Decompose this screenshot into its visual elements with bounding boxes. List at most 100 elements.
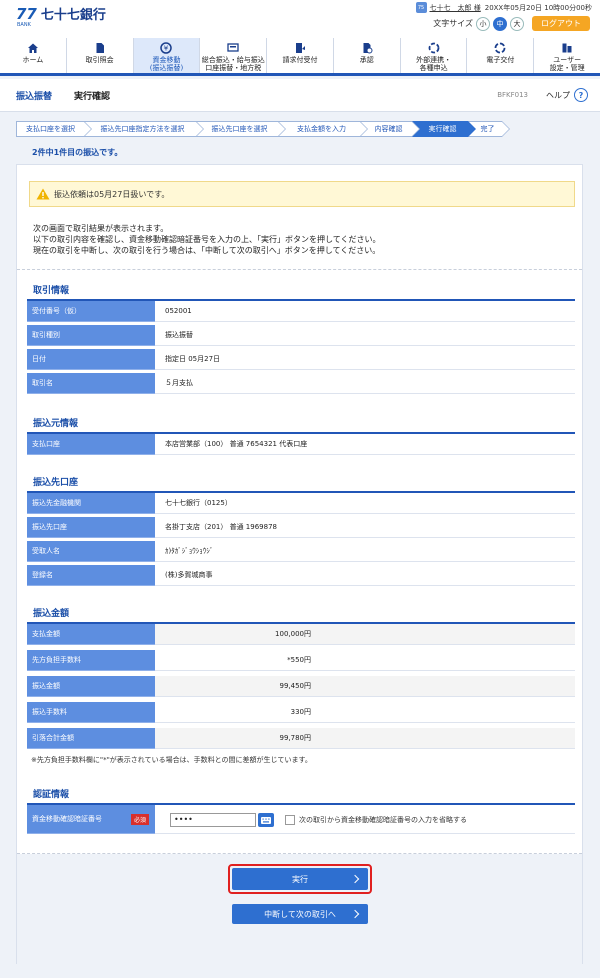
table-row: 支払口座 本店営業部（100） 普通 7654321 代表口座	[27, 434, 575, 456]
table-row: 振込先口座 名掛丁支店（201） 普通 1969878	[27, 517, 575, 539]
nav-request[interactable]: 請求付受付	[267, 38, 334, 73]
nav-bulk-transfer[interactable]: 総合振込・給与振込 口座振替・地方税	[200, 38, 268, 73]
row-value: 330円	[155, 702, 575, 723]
step-3: 振込先口座を選択	[196, 121, 286, 137]
font-size-large-button[interactable]: 大	[510, 16, 524, 31]
table-row: 振込手数料 330円	[27, 702, 575, 724]
user-name-link[interactable]: 七十七 太郎 様	[430, 3, 481, 13]
help-icon[interactable]: ?	[574, 88, 588, 102]
page-category: 振込振替	[16, 91, 53, 102]
nav-approval[interactable]: 承認	[334, 38, 401, 73]
row-label: 振込金額	[27, 676, 155, 697]
row-label: 受付番号（仮）	[27, 301, 155, 322]
font-size-medium-button[interactable]: 中	[493, 16, 507, 31]
step-2: 振込先口座指定方法を選択	[84, 121, 204, 137]
row-value: 名掛丁支店（201） 普通 1969878	[155, 517, 575, 538]
table-row: 取引種別 振込振替	[27, 325, 575, 347]
row-label: 受取人名	[27, 541, 155, 562]
section-title-amount: 振込金額	[33, 609, 70, 619]
nav-label: ホーム	[22, 56, 44, 64]
row-label: 取引名	[27, 373, 155, 394]
section-title-destination: 振込先口座	[33, 478, 79, 488]
table-row: 受取人名 ｶ)ﾀｶﾞｼﾞｮｳｼｮｳｼﾞ	[27, 541, 575, 563]
auth-label: 資金移動確認暗証番号	[32, 815, 102, 823]
home-icon	[26, 41, 40, 54]
table-row: 支払金額 100,000円	[27, 624, 575, 646]
row-label: 登録名	[27, 565, 155, 586]
step-4: 支払金額を入力	[278, 121, 368, 137]
row-value: ｶ)ﾀｶﾞｼﾞｮｳｼｮｳｼﾞ	[155, 541, 575, 562]
row-value: 振込振替	[155, 325, 575, 346]
warning-icon	[36, 188, 50, 200]
transfer-icon: ¥	[159, 41, 173, 54]
row-value: 99,780円	[155, 728, 575, 749]
bulk-transfer-icon	[226, 41, 240, 54]
nav-home[interactable]: ホーム	[0, 38, 67, 73]
table-row: 受付番号（仮） 052001	[27, 301, 575, 323]
skip-pin-label[interactable]: 次の取引から資金移動確認暗証番号の入力を省略する	[299, 815, 467, 825]
table-row: 取引名 ５月支払	[27, 373, 575, 395]
request-icon	[293, 41, 307, 54]
suspend-next-button[interactable]: 中断して次の取引へ	[232, 904, 368, 924]
global-nav: ホーム 取引照会 ¥ 資金移動 (振込振替) 総合振込・給与振込 口座振替・地方…	[0, 38, 600, 76]
approval-icon	[360, 41, 374, 54]
page-titlebar: 振込振替 実行確認 BFKF013 ヘルプ ?	[0, 79, 600, 112]
nav-label: 請求付受付	[282, 56, 318, 64]
row-label: 支払口座	[27, 434, 155, 455]
nav-transfer[interactable]: ¥ 資金移動 (振込振替)	[133, 38, 201, 73]
e-delivery-icon	[493, 41, 507, 54]
transfer-pin-input[interactable]: ••••	[170, 813, 256, 827]
execute-button[interactable]: 実行	[232, 868, 368, 890]
nav-label: 承認	[359, 56, 374, 64]
section-title-auth: 認証情報	[33, 790, 70, 800]
auth-label-cell: 資金移動確認暗証番号 必須	[27, 805, 155, 834]
nav-user-settings[interactable]: ユーザー 設定・管理	[534, 38, 600, 73]
bank-name: 七十七銀行	[40, 8, 106, 23]
row-value: *550円	[155, 650, 575, 671]
nav-label: 電子交付	[486, 56, 515, 64]
instruction-line: 現在の取引を中断し、次の取引を行う場合は、「中断して次の取引へ」ボタンを押してく…	[33, 246, 381, 255]
nav-external-link[interactable]: 外部連携・ 各種申込	[401, 38, 468, 73]
logout-button[interactable]: ログアウト	[532, 16, 590, 31]
header: 77 BANK 七十七銀行 75 七十七 太郎 様 20XX年05月20日 10…	[0, 0, 600, 38]
table-row: 振込先金融機関 七十七銀行（0125）	[27, 493, 575, 515]
row-label: 先方負担手数料	[27, 650, 155, 671]
step-indicator: 支払口座を選択 振込先口座指定方法を選択 振込先口座を選択 支払金額を入力 内容…	[16, 121, 510, 137]
divider	[17, 269, 582, 270]
row-value: 99,450円	[155, 676, 575, 697]
table-row: 振込金額 99,450円	[27, 676, 575, 698]
row-label: 振込手数料	[27, 702, 155, 723]
svg-text:¥: ¥	[164, 44, 169, 52]
help-link[interactable]: ヘルプ	[546, 90, 570, 101]
table-row: 登録名 (株)多賀城商事	[27, 565, 575, 587]
nav-inquiry[interactable]: 取引照会	[67, 38, 134, 73]
row-value: (株)多賀城商事	[155, 565, 575, 586]
suspend-next-button-label: 中断して次の取引へ	[264, 909, 336, 919]
nav-label: 資金移動 (振込振替)	[149, 56, 184, 72]
last-login-datetime: 20XX年05月20日 10時00分00秒	[484, 3, 592, 12]
bank-logo[interactable]: 77 BANK 七十七銀行	[16, 7, 106, 29]
row-value: 100,000円	[155, 624, 575, 645]
user-info: 75 七十七 太郎 様 20XX年05月20日 10時00分00秒	[415, 2, 592, 13]
instruction-line: 次の画面で取引結果が表示されます。	[33, 224, 169, 233]
nav-label: ユーザー 設定・管理	[549, 56, 585, 72]
row-label: 支払金額	[27, 624, 155, 645]
instruction-line: 以下の取引内容を確認し、資金移動確認暗証番号を入力の上、「実行」ボタンを押してく…	[33, 235, 381, 244]
nav-label: 取引照会	[85, 56, 114, 64]
nav-label: 外部連携・ 各種申込	[416, 56, 452, 72]
table-row: 先方負担手数料 *550円	[27, 650, 575, 672]
skip-pin-checkbox[interactable]	[285, 815, 295, 825]
screen-code: BFKF013	[497, 91, 528, 99]
transfer-count: 2件中1件目の振込です。	[32, 148, 123, 157]
notice-text: 振込依頼は05月27日扱いです。	[54, 189, 170, 199]
row-label: 取引種別	[27, 325, 155, 346]
font-size-small-button[interactable]: 小	[476, 16, 490, 31]
row-value: ５月支払	[155, 373, 575, 394]
font-size-label: 文字サイズ	[433, 19, 473, 28]
row-value: 本店営業部（100） 普通 7654321 代表口座	[155, 434, 575, 455]
table-row: 日付 指定日 05月27日	[27, 349, 575, 371]
table-row: 引落合計金額 99,780円	[27, 728, 575, 750]
nav-e-delivery[interactable]: 電子交付	[467, 38, 535, 73]
row-label: 振込先口座	[27, 517, 155, 538]
software-keyboard-button[interactable]	[258, 813, 274, 827]
